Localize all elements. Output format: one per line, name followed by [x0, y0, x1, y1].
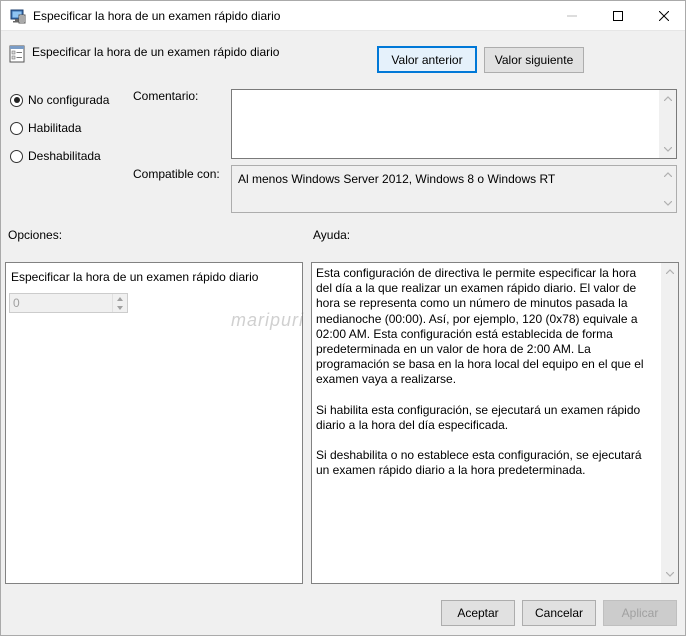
radio-indicator[interactable]: [10, 121, 23, 135]
help-paragraph-1: Esta configuración de directiva le permi…: [316, 266, 644, 387]
spin-down-icon[interactable]: [113, 303, 127, 312]
maximize-button[interactable]: [595, 1, 641, 31]
help-text: Esta configuración de directiva le permi…: [316, 266, 654, 493]
spin-up-icon[interactable]: [113, 294, 127, 303]
radio-not-configured[interactable]: No configurada: [10, 93, 109, 107]
help-scrollbar[interactable]: [661, 263, 678, 583]
spinbox-arrows[interactable]: [112, 294, 127, 312]
scroll-down-icon[interactable]: [659, 195, 676, 212]
help-section-label: Ayuda:: [313, 228, 351, 242]
supported-on-box: Al menos Windows Server 2012, Windows 8 …: [231, 165, 677, 213]
scroll-up-icon[interactable]: [659, 90, 676, 107]
help-paragraph-2: Si habilita esta configuración, se ejecu…: [316, 402, 641, 432]
radio-label: Habilitada: [28, 121, 82, 135]
previous-setting-button[interactable]: Valor anterior: [377, 46, 477, 73]
setting-title: Especificar la hora de un examen rápido …: [32, 45, 280, 59]
radio-indicator[interactable]: [10, 93, 23, 107]
time-spinbox[interactable]: 0: [9, 293, 128, 313]
comment-textarea[interactable]: [231, 89, 677, 159]
radio-label: Deshabilitada: [28, 149, 101, 163]
apply-button[interactable]: Aplicar: [603, 600, 677, 626]
group-policy-icon: [10, 8, 26, 24]
supported-on-value: Al menos Windows Server 2012, Windows 8 …: [238, 172, 556, 186]
scroll-up-icon[interactable]: [659, 166, 676, 183]
window-title: Especificar la hora de un examen rápido …: [33, 9, 281, 23]
cancel-button[interactable]: Cancelar: [522, 600, 596, 626]
close-button[interactable]: [641, 1, 686, 31]
radio-enabled[interactable]: Habilitada: [10, 121, 81, 135]
spinbox-value: 0: [13, 296, 20, 310]
options-section-label: Opciones:: [8, 228, 63, 242]
supported-scrollbar[interactable]: [659, 166, 676, 212]
radio-label: No configurada: [28, 93, 110, 107]
scroll-down-icon[interactable]: [659, 141, 676, 158]
scroll-up-icon[interactable]: [661, 263, 678, 280]
comment-scrollbar[interactable]: [659, 90, 676, 158]
scroll-down-icon[interactable]: [661, 566, 678, 583]
help-panel: Esta configuración de directiva le permi…: [311, 262, 679, 584]
comment-label: Comentario:: [133, 89, 199, 103]
title-bar[interactable]: Especificar la hora de un examen rápido …: [1, 1, 685, 31]
next-setting-button[interactable]: Valor siguiente: [484, 47, 584, 73]
policy-dialog: Especificar la hora de un examen rápido …: [0, 0, 686, 636]
minimize-button[interactable]: [549, 1, 595, 31]
radio-indicator[interactable]: [10, 149, 23, 163]
radio-disabled[interactable]: Deshabilitada: [10, 149, 101, 163]
supported-on-label: Compatible con:: [133, 167, 220, 181]
policy-setting-icon: [9, 45, 25, 63]
option-field-label: Especificar la hora de un examen rápido …: [11, 270, 259, 284]
close-icon: [659, 11, 669, 21]
accept-button[interactable]: Aceptar: [441, 600, 515, 626]
help-paragraph-3: Si deshabilita o no establece esta confi…: [316, 448, 642, 478]
